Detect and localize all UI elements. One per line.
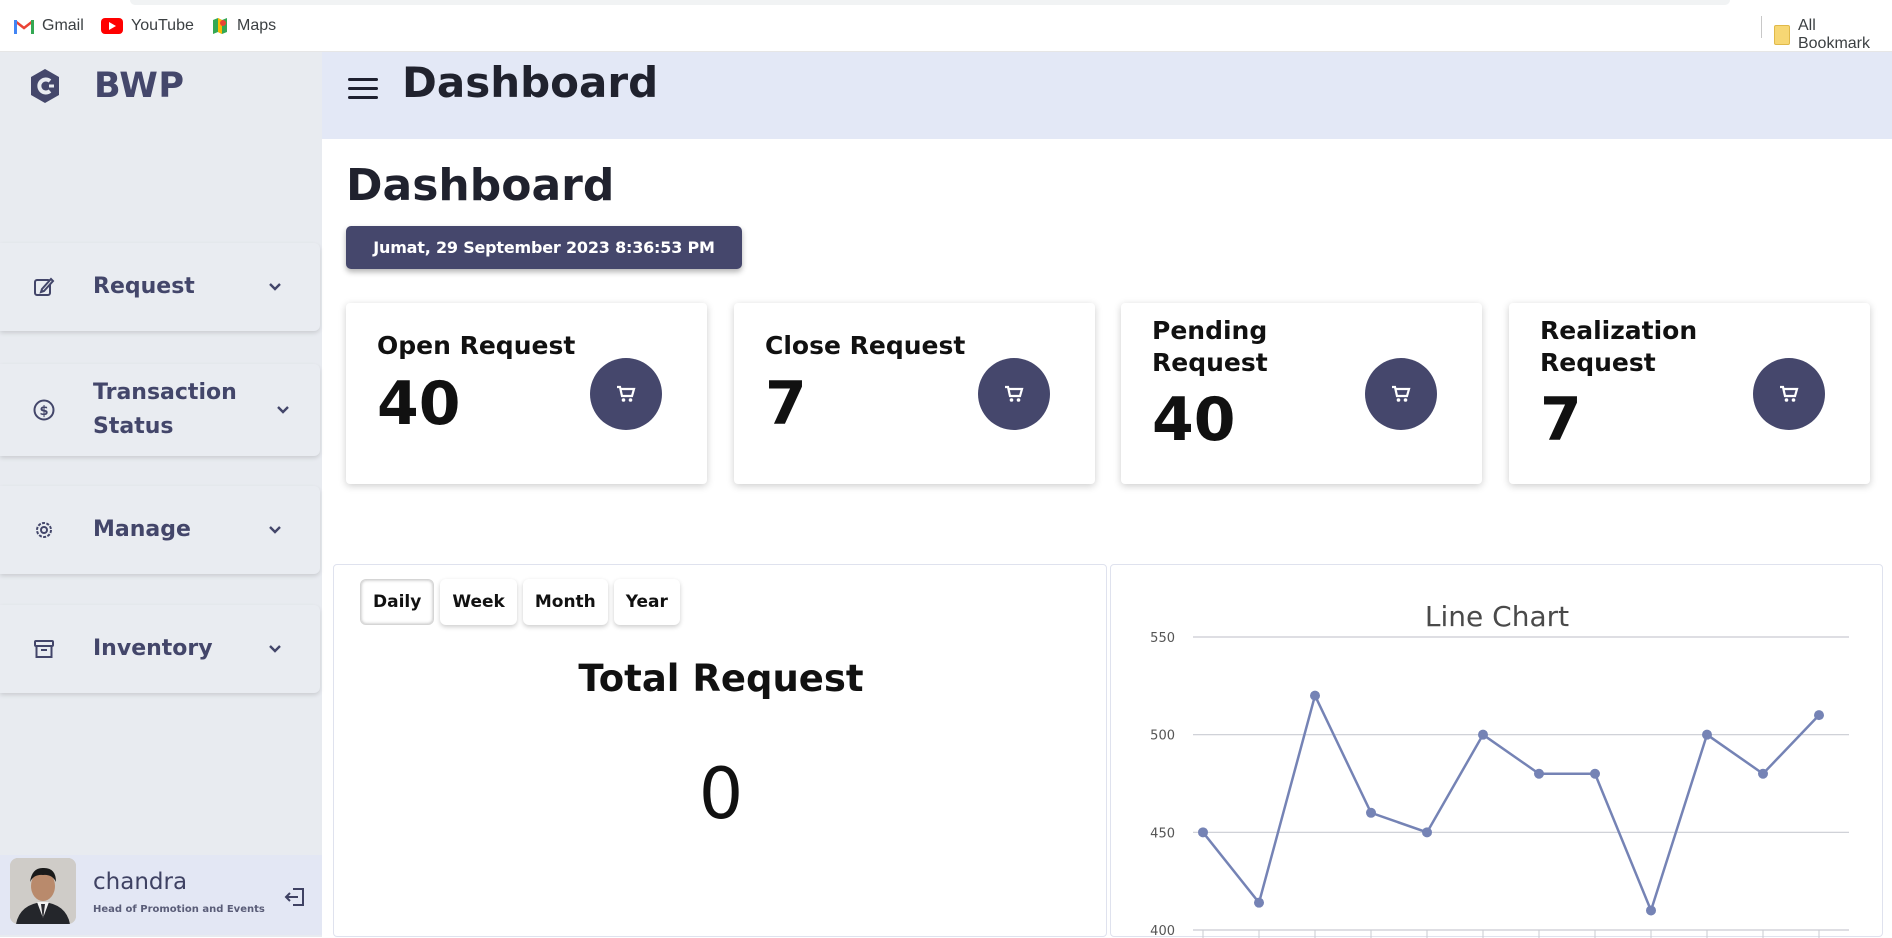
bookmark-label: Maps (237, 17, 277, 34)
card-title: Open Request (377, 331, 576, 360)
cart-icon (590, 358, 662, 430)
bookmark-label: Gmail (42, 17, 84, 34)
y-tick-label: 400 (1150, 924, 1175, 938)
data-point (1814, 710, 1824, 721)
pending-request-card: Pending Request 40 (1121, 303, 1482, 484)
cart-icon (1365, 358, 1437, 430)
data-point (1478, 729, 1488, 740)
realization-request-card: Realization Request 7 (1509, 303, 1870, 484)
address-bar-edge (130, 0, 1730, 5)
data-point (1254, 897, 1264, 908)
card-title: Close Request (765, 331, 966, 360)
brand-logo-icon (31, 69, 59, 103)
svg-text:$: $ (39, 404, 48, 419)
tab-month[interactable]: Month (522, 579, 608, 625)
data-point (1590, 768, 1600, 779)
data-point (1198, 827, 1208, 838)
user-card: chandra Head of Promotion and Events (0, 855, 322, 935)
data-point (1758, 768, 1768, 779)
gmail-icon (14, 19, 34, 34)
data-point (1534, 768, 1544, 779)
menu-toggle-icon[interactable] (348, 78, 378, 102)
data-point (1702, 729, 1712, 740)
brand-name: BWP (94, 66, 185, 106)
card-title: Pending Request (1152, 316, 1268, 377)
series-line (1202, 692, 1820, 915)
open-request-card: Open Request 40 (346, 303, 707, 484)
sidebar-item-label: Transaction Status (93, 380, 237, 439)
youtube-icon (101, 18, 123, 34)
gear-icon (36, 522, 52, 538)
datetime-badge: Jumat, 29 September 2023 8:36:53 PM (346, 226, 742, 269)
sidebar: BWP Request $ Transaction Status Manage (0, 52, 322, 937)
bookmark-label: YouTube (131, 17, 194, 34)
line-chart: Line Chart 400 450 500 550 (1150, 600, 1849, 938)
total-request-title: Total Request (578, 657, 864, 700)
bookmarks-divider (1761, 16, 1762, 38)
chevron-down-icon (269, 645, 281, 653)
chart-title: Line Chart (1425, 600, 1569, 633)
avatar-photo (10, 858, 76, 924)
data-point (1646, 905, 1656, 916)
total-request-value: 0 (698, 753, 744, 835)
sidebar-item-label: Request (93, 274, 195, 299)
edit-icon (34, 277, 55, 296)
all-bookmarks-label: All Bookmark (1797, 17, 1870, 52)
bookmark-maps[interactable]: Maps (211, 17, 276, 35)
card-value: 7 (765, 369, 807, 439)
sidebar-item-label: Inventory (93, 636, 213, 661)
total-request-panel: Daily Week Month Year Total Request 0 (333, 564, 1107, 937)
sidebar-item-request[interactable]: Request (0, 243, 320, 331)
user-name: chandra (93, 869, 188, 895)
bookmark-youtube[interactable]: YouTube (101, 17, 194, 35)
archive-icon (34, 640, 54, 658)
bookmarks-bar: Gmail YouTube Maps All Bookmark (0, 0, 1892, 52)
data-point (1310, 690, 1320, 701)
data-point (1366, 807, 1376, 818)
data-point (1422, 827, 1432, 838)
y-tick-label: 500 (1150, 729, 1175, 744)
tab-year[interactable]: Year (613, 579, 680, 625)
line-chart-panel: Line Chart 400 450 500 550 (1110, 564, 1883, 938)
logout-icon[interactable] (284, 886, 306, 908)
brand[interactable]: BWP (30, 66, 185, 106)
sidebar-item-inventory[interactable]: Inventory (0, 605, 320, 693)
sidebar-item-transaction-status[interactable]: $ Transaction Status (0, 364, 320, 456)
card-title: Realization Request (1540, 316, 1698, 377)
period-tabs: Daily Week Month Year (360, 579, 680, 625)
y-tick-label: 550 (1150, 631, 1175, 646)
card-value: 40 (1152, 385, 1236, 455)
card-value: 40 (377, 369, 461, 439)
card-value: 7 (1540, 385, 1582, 455)
cart-icon (1753, 358, 1825, 430)
cart-icon (978, 358, 1050, 430)
top-header: Dashboard (322, 52, 1892, 139)
sidebar-item-manage[interactable]: Manage (0, 486, 320, 574)
tab-daily[interactable]: Daily (360, 579, 435, 625)
all-bookmarks-button[interactable]: All Bookmark (1774, 17, 1892, 53)
page-title: Dashboard (346, 160, 615, 211)
avatar[interactable] (10, 858, 76, 924)
header-title: Dashboard (402, 58, 659, 107)
maps-icon (213, 18, 227, 34)
chevron-down-icon (277, 406, 289, 414)
y-tick-label: 450 (1150, 826, 1175, 841)
close-request-card: Close Request 7 (734, 303, 1095, 484)
sidebar-item-label: Manage (93, 517, 191, 542)
tab-week[interactable]: Week (440, 579, 517, 625)
chevron-down-icon (269, 283, 281, 291)
bookmark-gmail[interactable]: Gmail (14, 17, 84, 35)
chevron-down-icon (269, 526, 281, 534)
dollar-circle-icon: $ (33, 399, 55, 421)
folder-icon (1774, 25, 1790, 45)
user-role: Head of Promotion and Events (93, 904, 265, 915)
